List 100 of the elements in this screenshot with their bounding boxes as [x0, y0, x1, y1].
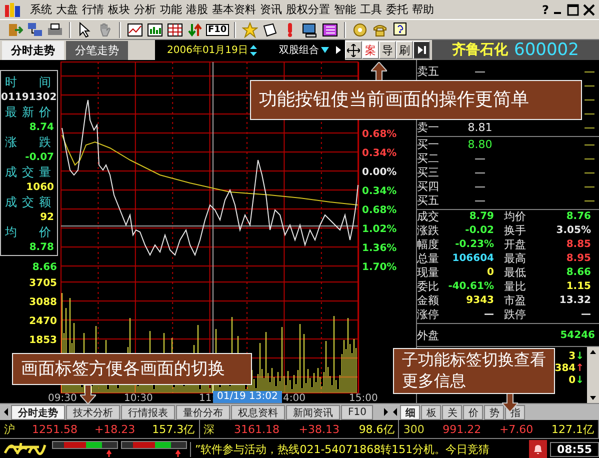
function-button[interactable]: 案: [362, 41, 379, 59]
chart-icon[interactable]: [127, 22, 143, 38]
screen-tab[interactable]: 量价分布: [176, 404, 230, 420]
connect-icon[interactable]: [27, 22, 43, 38]
time-label: 09:30: [48, 393, 77, 403]
note-icon[interactable]: [262, 22, 278, 38]
sub-tab[interactable]: 板: [421, 404, 442, 420]
view-tab[interactable]: 分时走势: [2, 41, 64, 60]
stat-label: 市盈: [504, 294, 526, 308]
info-label: 成交额: [5, 194, 51, 210]
tick-volume: 384↑: [554, 363, 584, 374]
close-icon[interactable]: [583, 4, 595, 16]
play-icon[interactable]: [416, 45, 426, 55]
help-button[interactable]: ?: [542, 2, 549, 16]
order-price: —: [474, 166, 486, 179]
date-field[interactable]: 2006年01月19日: [167, 43, 248, 57]
menu-item[interactable]: 基本资料: [210, 2, 258, 17]
sub-tab[interactable]: 价: [463, 404, 484, 420]
order-volume: —: [584, 194, 595, 207]
index-turnover: 127.1亿: [551, 422, 594, 436]
axis-label: 1853: [29, 335, 57, 346]
monitor-icon[interactable]: [302, 22, 318, 38]
menu-item[interactable]: 资讯: [258, 2, 284, 17]
screen-tab[interactable]: 权息资料: [231, 404, 285, 420]
stat-label: 总量: [417, 252, 439, 266]
screen-tab[interactable]: 行情报表: [121, 404, 175, 420]
index-name: 300: [403, 422, 424, 436]
alarm-button[interactable]: [528, 440, 547, 458]
screen-tab[interactable]: 技术分析: [66, 404, 120, 420]
f10-button[interactable]: F10: [206, 24, 229, 36]
clock: 08:55: [550, 442, 599, 456]
menu-item[interactable]: 工具: [358, 2, 384, 17]
menu-item[interactable]: 港股: [184, 2, 210, 17]
info-value: -0.07: [24, 152, 55, 162]
stat-label: 委比: [417, 280, 439, 294]
info-label: 成交量: [5, 164, 51, 180]
stat-value: 9343: [466, 294, 495, 308]
menu-item[interactable]: 功能: [158, 2, 184, 17]
order-price: —: [474, 65, 486, 78]
play-icon[interactable]: [336, 46, 341, 54]
scroll-right-icon[interactable]: [382, 407, 390, 417]
axis-label: 1.70%: [362, 262, 397, 273]
combo-label[interactable]: 双股组合: [278, 43, 319, 57]
tick-volume: 0↓: [568, 375, 584, 386]
stat-label: 幅度: [417, 238, 439, 252]
sub-tab[interactable]: 关: [442, 404, 462, 420]
news-ticker: ”软件参与活动，热线021-54071868转151分机。今日竞猜: [190, 442, 526, 456]
stock-name: 齐鲁石化: [452, 41, 508, 59]
stat-label: 均价: [504, 210, 526, 224]
screen-tab[interactable]: 新闻资讯: [286, 404, 340, 420]
dropdown-icon[interactable]: [320, 47, 329, 53]
stat-label: 跌停: [504, 308, 526, 322]
order-price: 8.81: [468, 121, 492, 134]
panel-toggle-button[interactable]: [413, 41, 430, 59]
axis-label: 0.68%: [362, 205, 397, 216]
stat-value: —: [581, 308, 592, 322]
axis-label: 1.02%: [362, 224, 397, 235]
menu-item[interactable]: 大盘: [54, 2, 80, 17]
index-value: 1251.58: [32, 422, 78, 436]
star-icon[interactable]: [242, 22, 258, 38]
menu-item[interactable]: 股权分置: [284, 2, 332, 17]
app-logo-icon[interactable]: [4, 2, 22, 18]
stat-value: 8.95: [566, 252, 592, 266]
index-value: 991.22: [442, 422, 482, 436]
menu-item[interactable]: 帮助: [410, 2, 436, 17]
sub-tab[interactable]: 细: [400, 404, 420, 420]
menu-item[interactable]: 行情: [80, 2, 106, 17]
order-volume: —: [584, 106, 595, 120]
swap-icon[interactable]: [187, 22, 203, 38]
axis-label: 0.34%: [362, 148, 397, 159]
grid-icon[interactable]: [167, 22, 183, 38]
menu-item[interactable]: 委托: [384, 2, 410, 17]
print-icon[interactable]: [47, 22, 63, 38]
bars-icon[interactable]: [147, 22, 163, 38]
function-button[interactable]: 导: [379, 41, 396, 59]
screen-tab[interactable]: 分时走势: [11, 404, 65, 420]
bell-icon[interactable]: [532, 443, 544, 455]
order-price: —: [474, 180, 486, 193]
menu-item[interactable]: 分析: [132, 2, 158, 17]
order-volume: —: [584, 166, 595, 179]
stat-value: 8.85: [566, 238, 592, 252]
screen-tab[interactable]: F10: [341, 404, 374, 420]
scrollbar[interactable]: [587, 347, 599, 403]
table-icon[interactable]: [322, 22, 338, 38]
menu-item[interactable]: 板块: [106, 2, 132, 17]
axis-label: 0.00%: [362, 167, 397, 178]
menu-item[interactable]: 系统: [28, 2, 54, 17]
order-volume: —: [584, 65, 595, 78]
sub-tab[interactable]: 势: [484, 404, 504, 420]
pointer-icon[interactable]: [77, 22, 93, 38]
index-name: 深: [204, 422, 215, 436]
menu-item[interactable]: 智能: [332, 2, 358, 17]
spinner-icon[interactable]: [250, 44, 257, 56]
function-button[interactable]: 刷: [396, 41, 413, 59]
view-tab[interactable]: 分笔走势: [66, 41, 128, 60]
stat-label: 换手: [504, 224, 526, 238]
maximize-icon[interactable]: [567, 4, 579, 16]
stat-value: 3.05%: [556, 224, 592, 238]
order-volume: —: [584, 180, 595, 193]
help-icon[interactable]: [392, 22, 408, 38]
